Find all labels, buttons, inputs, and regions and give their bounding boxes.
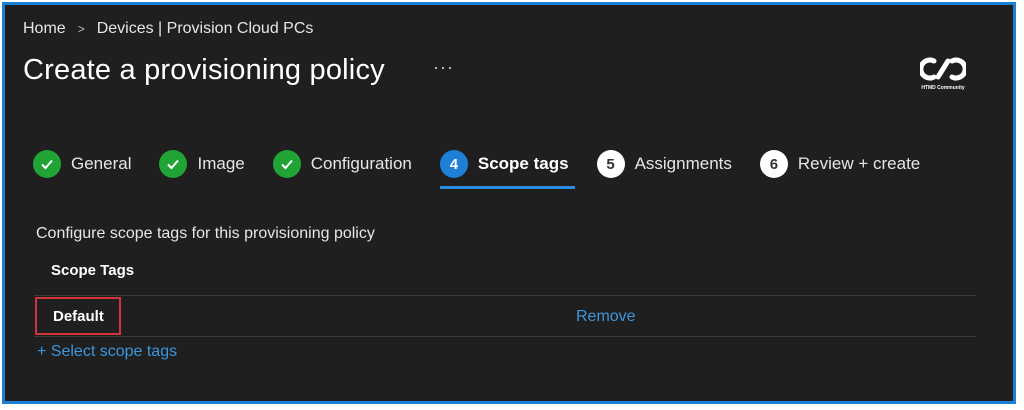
step-label: Scope tags [477,154,569,173]
step-configuration[interactable]: Configuration [272,144,412,184]
step-label: Configuration [310,154,412,173]
step-number-badge: 6 [759,150,788,178]
page-title: Create a provisioning policy [23,54,385,86]
step-label: Image [197,154,245,173]
logo: HTMD Community [913,55,973,95]
step-label: Assignments [634,154,732,173]
section-description: Configure scope tags for this provisioni… [36,225,375,242]
wizard-steps: General Image Configuration 4 Scope tags… [33,144,948,190]
column-header-scope-tags: Scope Tags [51,262,135,279]
table-divider [34,295,976,296]
step-label: Review + create [797,154,921,173]
chevron-right-icon: > [77,22,85,36]
step-image[interactable]: Image [159,144,245,184]
table-divider [34,336,976,337]
step-general[interactable]: General [33,144,131,184]
step-assignments[interactable]: 5 Assignments [596,144,732,184]
scope-tag-default: Default [35,297,121,335]
step-label: General [71,154,132,173]
breadcrumb: Home > Devices | Provision Cloud PCs [23,20,313,38]
step-scope-tags[interactable]: 4 Scope tags [439,144,575,189]
logo-caption: HTMD Community [921,85,965,91]
step-review-create[interactable]: 6 Review + create [759,144,921,184]
more-options-button[interactable]: ··· [433,57,454,78]
check-circle-icon [159,150,188,178]
app-window: Home > Devices | Provision Cloud PCs Cre… [2,2,1016,404]
select-scope-tags-link[interactable]: + Select scope tags [37,343,177,361]
check-circle-icon [272,150,301,178]
step-number-badge: 5 [596,150,625,178]
remove-link[interactable]: Remove [576,308,636,326]
breadcrumb-current[interactable]: Devices | Provision Cloud PCs [97,20,314,38]
check-circle-icon [33,150,61,178]
step-number-badge: 4 [439,150,468,178]
breadcrumb-home[interactable]: Home [23,20,66,38]
htmd-logo-icon [920,57,966,81]
